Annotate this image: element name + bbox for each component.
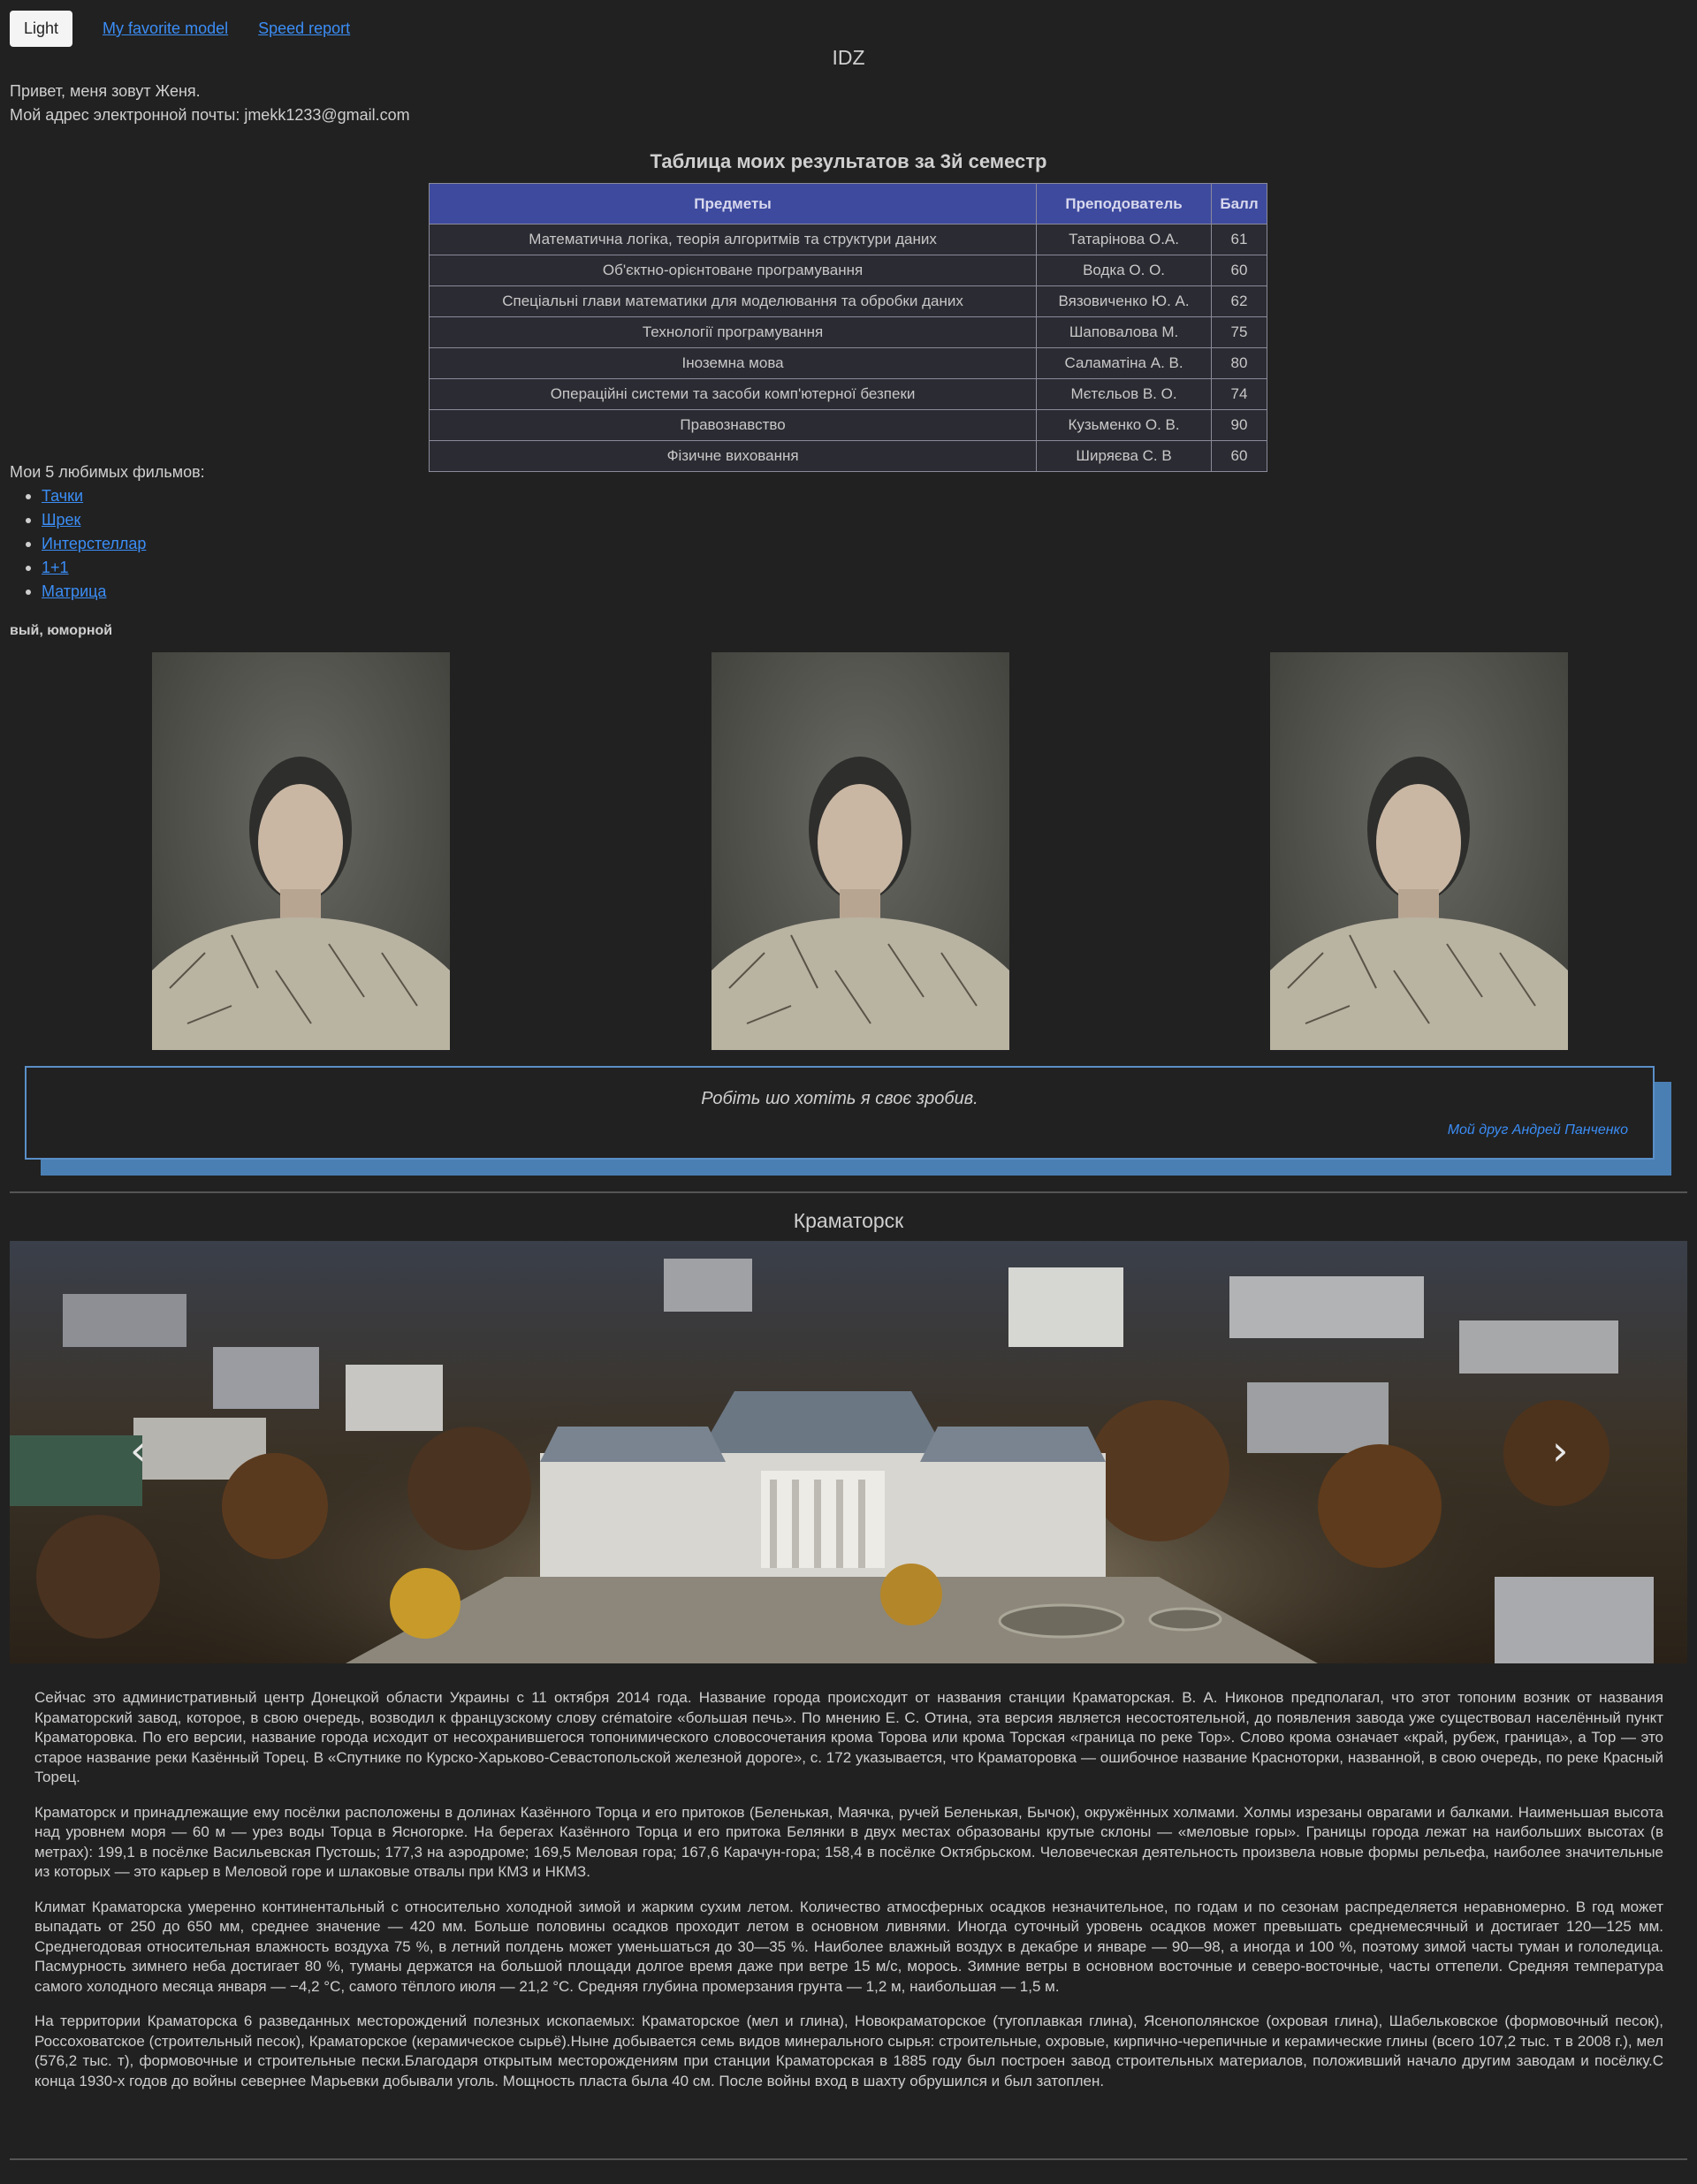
city-title: Краматорск xyxy=(793,1209,904,1232)
favorite-films-list: Тачки Шрек Интерстеллар 1+1 Матрица xyxy=(25,484,146,604)
score-cell: 90 xyxy=(1211,409,1267,441)
subject-cell: Об'єктно-орієнтоване програмування xyxy=(428,255,1038,286)
portrait-photo-1 xyxy=(152,652,450,1050)
teacher-cell: Кузьменко О. В. xyxy=(1036,409,1212,441)
favorite-films-title: Мои 5 любимых фильмов: xyxy=(10,463,205,481)
score-cell: 80 xyxy=(1211,347,1267,379)
table-row: Математична логіка, теорія алгоритмів та… xyxy=(428,224,1267,255)
subject-cell: Іноземна мова xyxy=(428,347,1038,379)
film-link[interactable]: Интерстеллар xyxy=(42,535,146,552)
article-paragraph: Краматорск и принадлежащие ему посёлки р… xyxy=(34,1803,1663,1881)
chevron-left-icon[interactable]: ‹ xyxy=(130,1427,146,1474)
column-header-score: Балл xyxy=(1211,183,1267,224)
subject-cell: Технології програмування xyxy=(428,316,1038,348)
film-link[interactable]: Шрек xyxy=(42,511,80,529)
subject-cell: Фізичне виховання xyxy=(428,440,1038,472)
subject-cell: Спеціальні глави математики для моделюва… xyxy=(428,285,1038,317)
chevron-right-icon[interactable]: › xyxy=(1552,1427,1568,1474)
teacher-cell: Саламатіна А. В. xyxy=(1036,347,1212,379)
list-item: Интерстеллар xyxy=(25,532,146,556)
quote-author: Мой друг Андрей Панченко xyxy=(1447,1122,1628,1138)
table-row: Операційні системи та засоби комп'ютерно… xyxy=(428,378,1267,410)
subject-cell: Математична логіка, теорія алгоритмів та… xyxy=(428,224,1038,255)
site-title: IDZ xyxy=(832,46,865,69)
teacher-cell: Ширяєва С. В xyxy=(1036,440,1212,472)
article-paragraph: На территории Краматорска 6 разведанных … xyxy=(34,2013,1663,2089)
intro: Привет, меня зовут Женя. Мой адрес элект… xyxy=(10,80,410,127)
intro-email: Мой адрес электронной почты: jmekk1233@g… xyxy=(10,106,410,124)
table-row: Об'єктно-орієнтоване програмування Водка… xyxy=(428,255,1267,286)
subject-cell: Правознавство xyxy=(428,409,1038,441)
film-link[interactable]: Матрица xyxy=(42,582,106,600)
score-cell: 60 xyxy=(1211,255,1267,286)
table-row: Фізичне виховання Ширяєва С. В 60 xyxy=(428,440,1267,472)
subject-cell: Операційні системи та засоби комп'ютерно… xyxy=(428,378,1038,410)
teacher-cell: Водка О. О. xyxy=(1036,255,1212,286)
city-aerial-image xyxy=(10,1241,1687,1663)
table-row: Технології програмування Шаповалова М. 7… xyxy=(428,316,1267,348)
table-row: Правознавство Кузьменко О. В. 90 xyxy=(428,409,1267,441)
article-paragraph: Климат Краматорска умеренно континенталь… xyxy=(34,1898,1663,1995)
score-cell: 74 xyxy=(1211,378,1267,410)
grades-table: Предметы Преподователь Балл Математична … xyxy=(428,183,1267,472)
divider xyxy=(10,1191,1687,1193)
film-link[interactable]: Тачки xyxy=(42,487,83,505)
film-link[interactable]: 1+1 xyxy=(42,559,69,576)
city-carousel[interactable]: ‹ › xyxy=(10,1241,1687,1663)
column-header-subjects: Предметы xyxy=(428,183,1038,224)
quote-block: Робіть шо хотіть я своє зробив. Мой друг… xyxy=(25,1066,1655,1160)
portrait-photo-2 xyxy=(712,652,1009,1050)
list-item: Матрица xyxy=(25,580,146,604)
quote-text: Робіть шо хотіть я своє зробив. xyxy=(701,1089,978,1108)
score-cell: 61 xyxy=(1211,224,1267,255)
theme-toggle-button[interactable]: Light xyxy=(10,11,73,47)
list-item: Тачки xyxy=(25,484,146,508)
portrait-photo-3 xyxy=(1270,652,1568,1050)
nav-link-favorite-model[interactable]: My favorite model xyxy=(103,19,228,38)
column-header-teacher: Преподователь xyxy=(1036,183,1212,224)
score-cell: 75 xyxy=(1211,316,1267,348)
city-article: Сейчас это административный центр Донецк… xyxy=(34,1688,1663,2106)
teacher-cell: Мєтєльов В. О. xyxy=(1036,378,1212,410)
teacher-cell: Вязовиченко Ю. А. xyxy=(1036,285,1212,317)
table-row: Іноземна мова Саламатіна А. В. 80 xyxy=(428,347,1267,379)
nav-link-speed-report[interactable]: Speed report xyxy=(258,19,350,38)
teacher-cell: Шаповалова М. xyxy=(1036,316,1212,348)
divider xyxy=(10,2158,1687,2160)
top-nav: Light My favorite model Speed report xyxy=(10,11,350,47)
list-item: Шрек xyxy=(25,508,146,532)
score-cell: 60 xyxy=(1211,440,1267,472)
grades-table-title: Таблица моих результатов за 3й семестр xyxy=(650,150,1047,172)
article-paragraph: Сейчас это административный центр Донецк… xyxy=(34,1689,1663,1785)
list-item: 1+1 xyxy=(25,556,146,580)
table-header-row: Предметы Преподователь Балл xyxy=(428,183,1267,224)
table-row: Спеціальні глави математики для моделюва… xyxy=(428,285,1267,317)
score-cell: 62 xyxy=(1211,285,1267,317)
intro-name: Привет, меня зовут Женя. xyxy=(10,82,201,100)
teacher-cell: Татарінова О.А. xyxy=(1036,224,1212,255)
marquee-text: вый, юморной xyxy=(10,623,113,638)
